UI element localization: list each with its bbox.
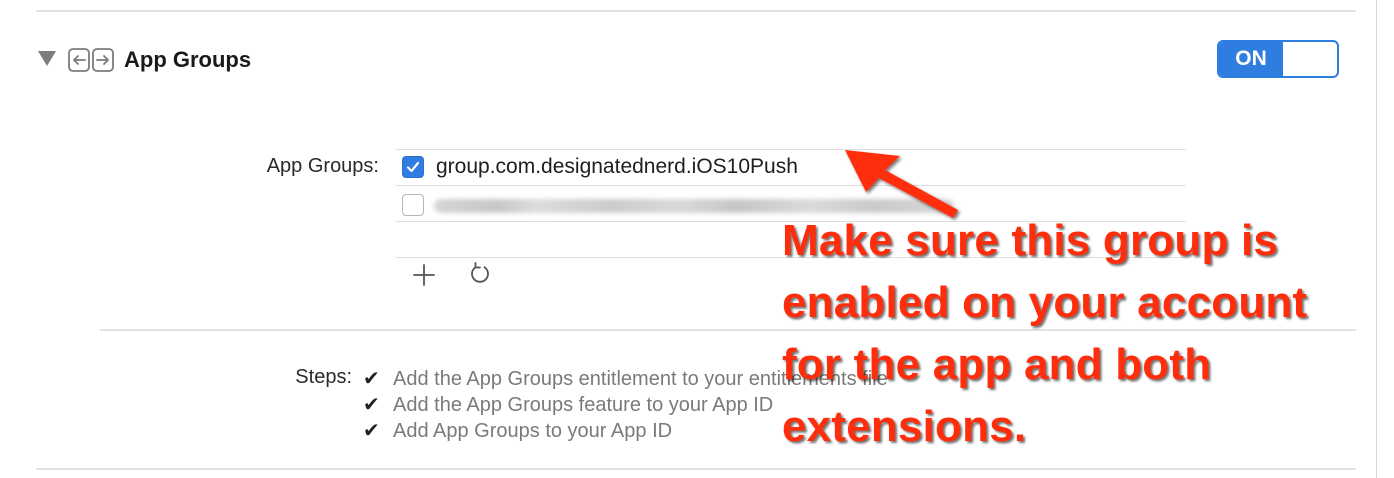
checkmark-icon: [406, 161, 420, 173]
obscured-group-identifier: [434, 199, 954, 213]
refresh-icon[interactable]: [467, 261, 493, 287]
list-divider: [396, 185, 1186, 186]
panel-edge: [1376, 0, 1377, 478]
step-item: ✔ Add App Groups to your App ID: [363, 418, 672, 443]
plus-icon[interactable]: [411, 262, 437, 288]
annotation-text-line: for the app and both: [782, 340, 1212, 389]
step-text: Add the App Groups feature to your App I…: [393, 394, 774, 416]
group-identifier: group.com.designatednerd.iOS10Push: [436, 155, 798, 178]
step-check-icon: ✔: [363, 420, 380, 442]
toggle-on-label: ON: [1219, 42, 1283, 76]
capability-title: App Groups: [124, 47, 252, 72]
divider-top: [36, 10, 1356, 12]
step-check-icon: ✔: [363, 394, 380, 416]
annotation-text-line: enabled on your account: [782, 278, 1308, 327]
group-checkbox-checked[interactable]: [402, 156, 424, 178]
capability-toggle[interactable]: ON: [1217, 40, 1339, 78]
list-divider: [396, 149, 1186, 150]
steps-label: Steps:: [295, 366, 352, 388]
disclosure-triangle-icon[interactable]: [38, 51, 56, 66]
step-text: Add App Groups to your App ID: [393, 420, 673, 442]
group-checkbox-unchecked[interactable]: [402, 194, 424, 216]
divider-middle: [100, 329, 1356, 331]
step-item: ✔ Add the App Groups feature to your App …: [363, 392, 773, 417]
annotation-text-line: Make sure this group is: [782, 216, 1279, 265]
divider-bottom: [36, 468, 1356, 470]
step-check-icon: ✔: [363, 368, 380, 390]
app-groups-icon: [68, 48, 114, 72]
annotation-text-line: extensions.: [782, 402, 1027, 451]
app-groups-label: App Groups:: [266, 155, 379, 177]
